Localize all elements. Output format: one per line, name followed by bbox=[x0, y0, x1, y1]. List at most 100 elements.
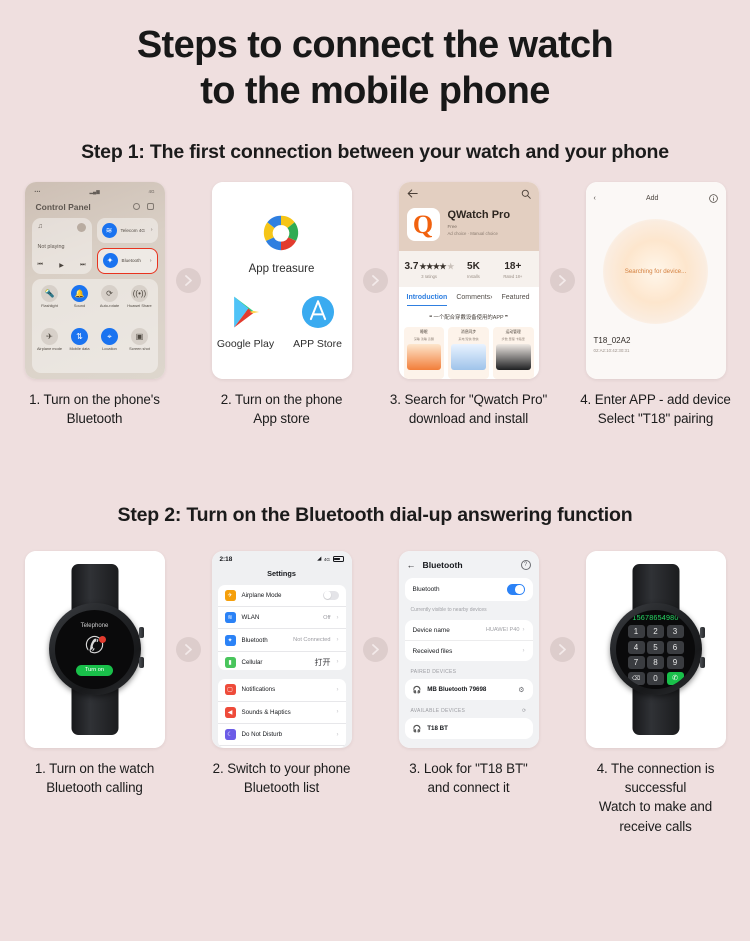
wifi-toggle-label: Telecom 4G bbox=[120, 227, 146, 233]
bluetooth-toggle[interactable]: ✦ Bluetooth › bbox=[96, 248, 158, 274]
settings-row-airplane-mode[interactable]: ✈ Airplane Mode bbox=[217, 585, 346, 607]
key-7[interactable]: 7 bbox=[627, 656, 645, 670]
previous-icon[interactable]: ⏮ bbox=[38, 262, 43, 269]
feature-sub: 步数 里程 卡路里 bbox=[501, 336, 525, 341]
settings-row-bluetooth[interactable]: ✦ Bluetooth Not Connected › bbox=[217, 629, 346, 652]
key-6[interactable]: 6 bbox=[666, 640, 684, 654]
watch-crown-button[interactable] bbox=[699, 627, 705, 639]
settings-row-cellular[interactable]: ▮ Cellular 打开 › bbox=[218, 652, 346, 671]
step2-panel-1-wrap: Telephone ✆ Turn on bbox=[19, 550, 170, 748]
key-1[interactable]: 1 bbox=[627, 625, 645, 639]
feature-image bbox=[451, 343, 486, 370]
toggle-label: Sound bbox=[73, 302, 86, 308]
expand-icon[interactable] bbox=[146, 203, 154, 211]
found-device-name: T18_02A2 bbox=[593, 335, 631, 345]
tab-comments[interactable]: Comments› bbox=[456, 294, 492, 306]
next-icon[interactable]: ⏭ bbox=[80, 262, 85, 269]
app-store[interactable]: APP Store bbox=[289, 293, 347, 350]
gear-icon[interactable]: ⚙ bbox=[518, 686, 524, 694]
settings-row-notifications[interactable]: ▢ Notifications › bbox=[217, 679, 346, 702]
key-2[interactable]: 2 bbox=[647, 625, 664, 639]
refresh-icon[interactable]: ⟳ bbox=[522, 708, 527, 714]
toggle-huawei-share[interactable]: ((•)) Huawei Share bbox=[125, 284, 155, 324]
app-meta: QWatch Pro Free Ad choice · Manual choic… bbox=[448, 208, 511, 236]
watch-case: Telephone ✆ Turn on bbox=[48, 603, 144, 696]
network-type: 4G bbox=[323, 556, 330, 562]
chevron-right-icon[interactable]: › bbox=[151, 227, 153, 233]
google-play[interactable]: Google Play bbox=[217, 293, 275, 350]
age-label: Rated 18+ bbox=[503, 273, 523, 279]
media-widget[interactable]: ♫ Not playing ⏮ ▶ ⏭ bbox=[31, 217, 92, 274]
row-device-name[interactable]: Device name HUAWEI P40 › bbox=[405, 620, 533, 640]
info-icon[interactable] bbox=[708, 190, 718, 208]
settings-row-screen-time[interactable]: ⧗ Screen Time › bbox=[218, 746, 346, 747]
key-9[interactable]: 9 bbox=[666, 656, 684, 670]
toggle-mobile-data[interactable]: ⇅ Mobile data bbox=[65, 328, 95, 367]
chevron-right-icon bbox=[175, 267, 201, 293]
tab-introduction[interactable]: Introduction bbox=[406, 294, 448, 306]
tab-featured[interactable]: Featured bbox=[502, 294, 530, 306]
caption-line: 4. Enter APP - add device bbox=[580, 391, 731, 407]
settings-row-wlan[interactable]: ≋ WLAN Off › bbox=[217, 607, 346, 630]
status-right: 4G bbox=[148, 189, 155, 195]
app-price: Free bbox=[447, 223, 457, 229]
search-icon bbox=[521, 189, 531, 199]
step1-caption-2: 2. Turn on the phone App store bbox=[188, 390, 375, 429]
key-5[interactable]: 5 bbox=[647, 640, 664, 654]
help-icon[interactable]: ? bbox=[520, 559, 531, 570]
key-4[interactable]: 4 bbox=[627, 640, 645, 654]
screenshot-icon: ▣ bbox=[131, 328, 148, 346]
feature-title: 消息同步 bbox=[460, 329, 477, 334]
step1-panel-2-wrap: App treasure Google Play APP Store bbox=[206, 181, 357, 379]
key-8[interactable]: 8 bbox=[647, 656, 664, 670]
toggle-sound[interactable]: 🔔 Sound bbox=[65, 284, 95, 324]
toggle-auto-rotate[interactable]: ⟳ Auto-rotate bbox=[95, 284, 125, 324]
key-3[interactable]: 3 bbox=[666, 625, 684, 639]
feature-title: 运动管理 bbox=[505, 329, 521, 334]
chevron-right-icon[interactable]: › bbox=[150, 258, 152, 264]
bluetooth-toggle-row[interactable]: Bluetooth bbox=[405, 578, 533, 602]
toggle-screenshot[interactable]: ▣ Screen shot bbox=[125, 328, 155, 367]
settings-row-sounds-haptics[interactable]: ◀ Sounds & Haptics › bbox=[217, 702, 346, 724]
paired-device-row[interactable]: 🎧 MB Bluetooth 79698 ⚙ bbox=[405, 679, 533, 700]
delete-key[interactable]: ⌫ bbox=[627, 671, 645, 685]
bluetooth-switch[interactable] bbox=[506, 584, 525, 595]
key-0[interactable]: 0 bbox=[647, 671, 664, 685]
settings-row-do-not-disturb[interactable]: ☾ Do Not Disturb › bbox=[217, 724, 346, 747]
toggle-airplane-mode[interactable]: ✈ Airplane mode bbox=[35, 328, 65, 367]
quick-toggle-grid: 🔦 Flashlight 🔔 Sound ⟳ Auto-rotate ((•))… bbox=[31, 278, 158, 373]
airplane-mode-switch[interactable] bbox=[322, 590, 339, 601]
back-icon[interactable]: ‹ bbox=[594, 195, 596, 202]
found-device[interactable]: T18_02A2 02:A2:10:42:30:31 bbox=[594, 336, 718, 371]
available-device-row[interactable]: 🎧 T18 BT bbox=[405, 718, 533, 739]
toggle-flashlight[interactable]: 🔦 Flashlight bbox=[35, 284, 65, 324]
back-arrow-icon[interactable]: ← bbox=[407, 560, 416, 570]
watch-crown-button[interactable] bbox=[138, 627, 144, 639]
row-label: WLAN bbox=[241, 614, 260, 622]
turn-on-button[interactable]: Turn on bbox=[75, 664, 114, 676]
row-label: Received files bbox=[412, 647, 453, 655]
row-label: Device name bbox=[412, 626, 450, 634]
app-store-icon bbox=[301, 296, 334, 329]
gear-icon[interactable] bbox=[132, 203, 140, 211]
watch-side-button[interactable] bbox=[138, 657, 144, 669]
stars-filled-icon: ★★★★ bbox=[419, 261, 447, 271]
data-icon: ⇅ bbox=[71, 328, 88, 346]
toggle-location[interactable]: ⌖ Location bbox=[95, 328, 125, 367]
share-icon: ((•)) bbox=[131, 284, 148, 302]
app-feature-cards: 睡眠 深睡 浅睡 清醒 消息同步 来电 短信 微信 运动管理 步数 里程 卡路里 bbox=[398, 326, 539, 379]
app-treasure[interactable]: App treasure bbox=[249, 210, 314, 275]
watch-side-button[interactable] bbox=[699, 657, 705, 669]
wifi-toggle[interactable]: ≋ Telecom 4G › bbox=[96, 217, 158, 244]
call-button[interactable]: ✆ bbox=[666, 671, 684, 685]
play-icon[interactable]: ▶ bbox=[59, 262, 64, 269]
add-device-screenshot: ‹ Add Searching for device... T18_02A2 0… bbox=[585, 181, 726, 379]
chevron-right-icon: › bbox=[336, 614, 339, 621]
notification-badge bbox=[99, 635, 107, 643]
row-received-files[interactable]: Received files › bbox=[404, 640, 533, 661]
notifications-icon: ▢ bbox=[224, 684, 236, 696]
arrow-1-2 bbox=[170, 267, 206, 293]
cellular-icon: ▮ bbox=[224, 656, 236, 668]
caption-line: Bluetooth bbox=[66, 411, 123, 427]
status-left: ••• bbox=[34, 189, 41, 195]
